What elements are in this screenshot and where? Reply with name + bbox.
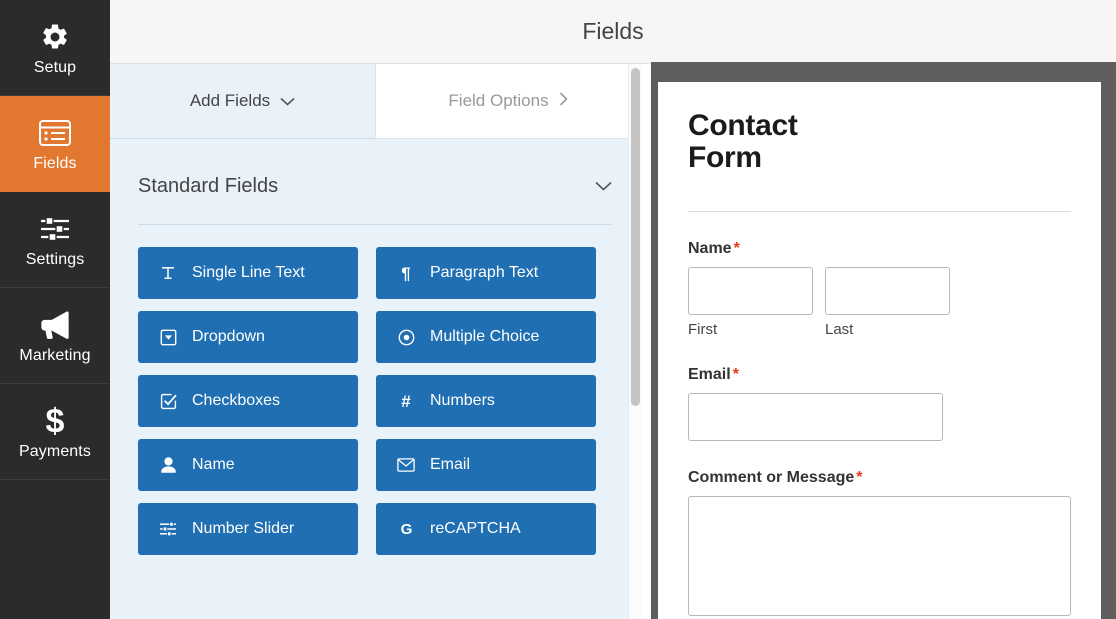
megaphone-icon (38, 308, 72, 342)
form-field-comment: Comment or Message * (688, 469, 1071, 616)
sidebar-item-marketing[interactable]: Marketing (0, 288, 110, 384)
field-button-label: Paragraph Text (430, 264, 539, 281)
form-builder-screen: Setup Fields Settings Marketing $ Paymen… (0, 0, 1116, 619)
field-builder-panel: Add Fields Field Options Standard Fields… (110, 64, 640, 619)
form-field-label-text: Comment or Message (688, 468, 855, 486)
tab-field-options-label: Field Options (448, 91, 549, 110)
field-button-checkboxes[interactable]: Checkboxes (138, 375, 358, 427)
hash-icon: # (401, 391, 411, 411)
field-button-email[interactable]: Email (376, 439, 596, 491)
last-name-input[interactable] (825, 266, 950, 315)
dollar-sign-icon: $ (42, 404, 68, 438)
field-button-label: Numbers (430, 392, 495, 409)
sidebar-item-fields[interactable]: Fields (0, 96, 110, 192)
field-button-label: Number Slider (192, 520, 295, 537)
google-g-icon: G (396, 521, 416, 538)
text-cursor-icon (158, 265, 178, 281)
dropdown-caret-icon (158, 329, 178, 346)
form-field-label: Email * (688, 366, 1071, 384)
field-button-multiple-choice[interactable]: Multiple Choice (376, 311, 596, 363)
chevron-down-icon (280, 91, 295, 111)
form-field-label-text: Email (688, 365, 731, 383)
checkbox-checked-icon (158, 393, 178, 410)
comment-textarea[interactable] (688, 495, 1071, 616)
svg-text:$: $ (46, 404, 65, 438)
email-input[interactable] (688, 392, 943, 441)
field-button-number-slider[interactable]: Number Slider (138, 503, 358, 555)
standard-fields-header[interactable]: Standard Fields (138, 175, 612, 225)
standard-fields-section: Standard Fields Single Line Text ¶ Parag… (110, 139, 640, 555)
panel-scrollbar-thumb[interactable] (631, 68, 640, 406)
field-button-recaptcha[interactable]: G reCAPTCHA (376, 503, 596, 555)
required-marker: * (732, 365, 739, 383)
field-button-label: Email (430, 456, 471, 473)
first-name-sublabel: First (688, 320, 718, 338)
sidebar-item-label: Payments (19, 442, 91, 460)
name-inputs-row: First Last (688, 266, 1071, 338)
envelope-icon (396, 458, 416, 472)
sliders-icon (158, 521, 178, 537)
form-title: Contact Form (688, 109, 798, 175)
field-button-grid: Single Line Text ¶ Paragraph Text Dropdo… (138, 225, 612, 555)
form-preview-sheet: Contact Form Name * First Last Email * C… (658, 82, 1101, 619)
sidebar-item-label: Fields (33, 154, 77, 172)
sidebar-item-payments[interactable]: $ Payments (0, 384, 110, 480)
page-header: Fields (110, 0, 1116, 64)
first-name-input[interactable] (688, 266, 813, 315)
pilcrow-icon: ¶ (401, 263, 411, 283)
sidebar-item-label: Marketing (19, 346, 91, 364)
field-button-label: Checkboxes (192, 392, 281, 409)
required-marker: * (733, 239, 740, 257)
svg-text:G: G (400, 521, 412, 538)
chevron-right-icon (559, 91, 568, 111)
page-title: Fields (582, 18, 644, 44)
field-button-numbers[interactable]: # Numbers (376, 375, 596, 427)
form-field-label-text: Name (688, 239, 732, 257)
field-button-dropdown[interactable]: Dropdown (138, 311, 358, 363)
standard-fields-title: Standard Fields (138, 175, 279, 197)
email-input-row (688, 392, 1071, 441)
chevron-down-icon[interactable] (595, 178, 612, 196)
tab-add-fields-label: Add Fields (189, 91, 271, 110)
sidebar-empty-area (0, 480, 110, 619)
last-name-sublabel: Last (825, 320, 854, 338)
sidebar-item-label: Settings (25, 250, 85, 268)
form-field-label: Name * (688, 240, 1071, 258)
form-field-email: Email * (688, 366, 1071, 441)
sidebar-item-settings[interactable]: Settings (0, 192, 110, 288)
radio-button-icon (396, 329, 416, 346)
field-button-paragraph-text[interactable]: ¶ Paragraph Text (376, 247, 596, 299)
name-last-cell: Last (825, 266, 950, 338)
field-button-label: Dropdown (192, 328, 265, 345)
user-icon (158, 457, 178, 473)
form-title-divider (688, 210, 1071, 212)
form-field-name: Name * First Last (688, 240, 1071, 338)
list-form-icon (38, 116, 72, 150)
tab-add-fields[interactable]: Add Fields (110, 64, 375, 139)
field-button-single-line-text[interactable]: Single Line Text (138, 247, 358, 299)
field-button-label: Name (192, 456, 235, 473)
sidebar-item-label: Setup (33, 58, 77, 76)
field-button-name[interactable]: Name (138, 439, 358, 491)
name-first-cell: First (688, 266, 813, 338)
field-button-label: Multiple Choice (430, 328, 540, 345)
gear-icon (40, 20, 70, 54)
panel-tabs: Add Fields Field Options (110, 64, 640, 139)
field-button-label: reCAPTCHA (430, 520, 521, 537)
required-marker: * (856, 468, 863, 486)
left-nav-sidebar: Setup Fields Settings Marketing $ Paymen… (0, 0, 110, 619)
sliders-icon (38, 212, 72, 246)
sidebar-item-setup[interactable]: Setup (0, 0, 110, 96)
tab-field-options[interactable]: Field Options (375, 64, 640, 139)
form-field-label: Comment or Message * (688, 469, 1071, 487)
field-button-label: Single Line Text (192, 264, 305, 281)
